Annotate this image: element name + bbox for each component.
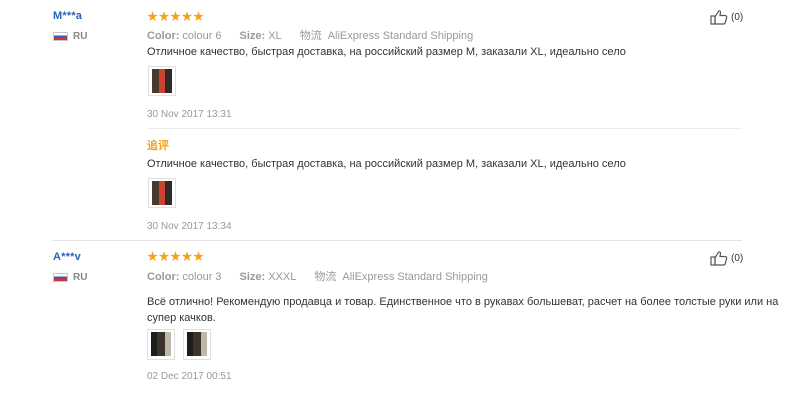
reviewer-name[interactable]: M***a	[53, 10, 82, 22]
photo	[152, 69, 172, 93]
order-info: Color: colour 3 Size: XXXL 物流 AliExpress Stan…	[147, 268, 488, 284]
review-photo-thumbnail[interactable]	[148, 66, 176, 96]
color-label: Color:	[147, 271, 180, 283]
review-item: M***a RU Color: colour 6 Size: XL 物流 AliExpre…	[0, 0, 800, 240]
thumbs-up-icon	[710, 251, 728, 266]
photo	[152, 181, 172, 205]
divider	[147, 128, 742, 129]
star-icon	[158, 11, 170, 22]
star-icon	[193, 11, 204, 22]
star-icon	[181, 11, 193, 22]
color-label: Color:	[147, 30, 180, 42]
star-icon	[170, 11, 181, 22]
country-code: RU	[73, 30, 88, 42]
additional-feedback-text: Отличное качество, быстрая доставка, на …	[147, 158, 626, 170]
order-info: Color: colour 6 Size: XL 物流 AliExpress Standa…	[147, 27, 473, 43]
feedback-text: Всё отлично! Рекомендую продавца и товар…	[147, 294, 778, 326]
review-photo-thumbnail[interactable]	[147, 329, 175, 360]
shipping-value: AliExpress Standard Shipping	[327, 30, 474, 42]
reviewer-country: RU	[53, 271, 87, 283]
reviewer-country: RU	[53, 30, 87, 42]
feedback-text: Отличное качество, быстрая доставка, на …	[147, 46, 626, 58]
review-photo-thumbnail[interactable]	[183, 329, 211, 360]
star-icon	[158, 251, 170, 262]
star-icon	[181, 251, 193, 262]
star-icon	[170, 251, 181, 262]
feedback-line: супер качков.	[147, 312, 216, 324]
shipping-label: 物流	[299, 30, 322, 42]
star-icon	[147, 11, 158, 22]
helpful-button[interactable]: (0)	[710, 250, 743, 266]
reviewer-name[interactable]: A***v	[53, 251, 81, 263]
star-icon	[193, 251, 204, 262]
color-value: colour 3	[182, 271, 222, 283]
review-date: 02 Dec 2017 00:51	[147, 371, 232, 382]
feedback-line: Всё отлично! Рекомендую продавца и товар…	[147, 296, 779, 308]
russia-flag-icon	[53, 31, 68, 41]
size-value: XL	[268, 30, 282, 42]
helpful-button[interactable]: (0)	[710, 9, 743, 25]
rating-stars	[147, 11, 205, 25]
review-photo-thumbnail[interactable]	[148, 178, 176, 208]
shipping-label: 物流	[314, 271, 337, 283]
additional-feedback-label: 追评	[147, 140, 169, 152]
color-value: colour 6	[182, 30, 222, 42]
helpful-count: (0)	[731, 252, 744, 264]
size-label: Size:	[239, 271, 266, 283]
country-code: RU	[73, 271, 88, 283]
review-item: A***v RU Color: colour 3 Size: XXXL 物流 AliExp…	[0, 240, 800, 400]
size-label: Size:	[239, 30, 266, 42]
thumbs-up-icon	[710, 10, 728, 25]
rating-stars	[147, 251, 205, 265]
shipping-value: AliExpress Standard Shipping	[342, 271, 488, 283]
review-date: 30 Nov 2017 13:31	[147, 109, 232, 120]
photo	[187, 332, 207, 356]
star-icon	[147, 251, 158, 262]
size-value: XXXL	[268, 271, 297, 283]
helpful-count: (0)	[731, 11, 744, 23]
russia-flag-icon	[53, 272, 68, 282]
additional-review-date: 30 Nov 2017 13:34	[147, 221, 232, 232]
photo	[151, 332, 171, 356]
